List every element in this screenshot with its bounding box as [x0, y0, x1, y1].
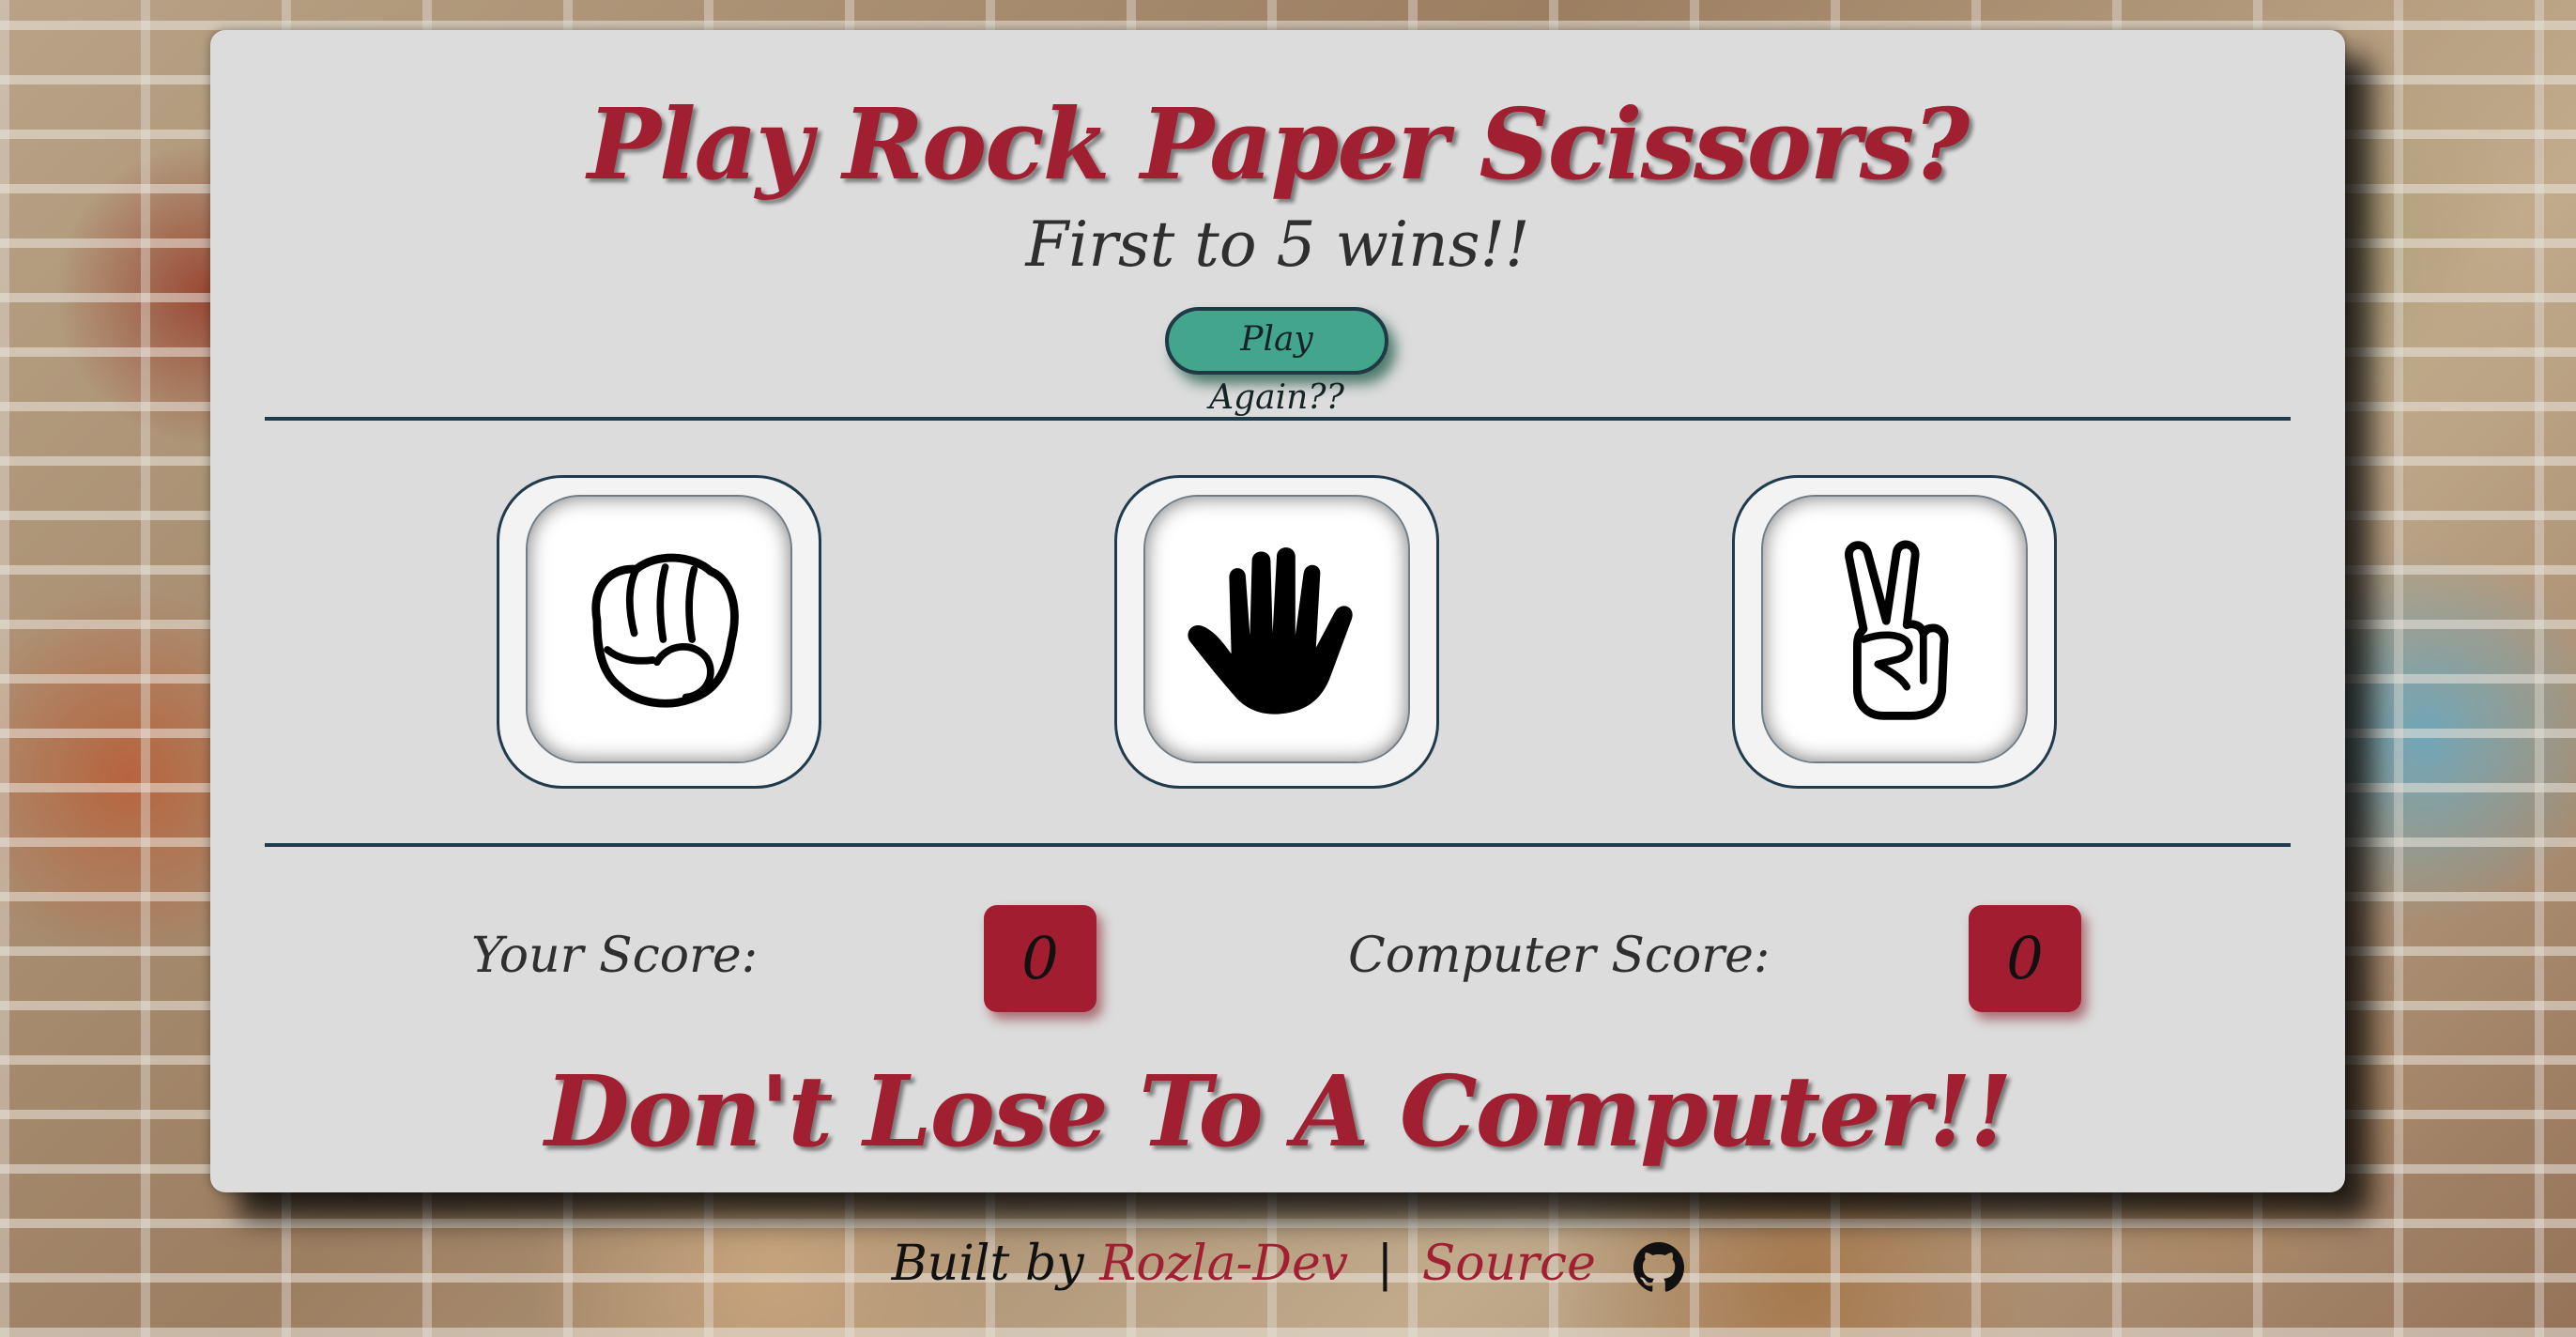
top-divider [265, 417, 2291, 421]
page-subtitle: First to 5 wins!! [1025, 208, 1530, 281]
page-title: Play Rock Paper Scissors? [587, 86, 1970, 202]
player-score-value: 0 [984, 905, 1096, 1012]
author-link[interactable]: Rozla-Dev [1099, 1236, 1348, 1292]
game-card: Play Rock Paper Scissors? First to 5 win… [210, 30, 2345, 1192]
play-again-button[interactable]: Play Again?? [1165, 307, 1388, 417]
paper-choice-face[interactable] [1143, 495, 1410, 763]
peace-sign-icon [1845, 540, 1949, 720]
footer-built-by: Built by [891, 1236, 1084, 1292]
rock-button[interactable] [497, 475, 821, 789]
open-hand-icon [1188, 547, 1353, 715]
rock-choice-face[interactable] [526, 495, 792, 763]
scissors-choice-face[interactable] [1761, 495, 2028, 763]
footer-separator: | [1376, 1236, 1394, 1292]
github-icon[interactable] [1633, 1241, 1685, 1293]
result-message: Don't Lose To A Computer!! [544, 1053, 2012, 1169]
player-score-label: Your Score: [471, 928, 759, 984]
computer-score-label: Computer Score: [1348, 928, 1771, 984]
paper-button[interactable] [1114, 475, 1439, 789]
bottom-divider [265, 843, 2291, 847]
scissors-button[interactable] [1732, 475, 2057, 789]
computer-score-value: 0 [1969, 905, 2081, 1012]
source-link[interactable]: Source [1422, 1236, 1596, 1292]
footer: Built by Rozla-Dev | Source [0, 1236, 2576, 1293]
fist-icon [591, 553, 739, 708]
